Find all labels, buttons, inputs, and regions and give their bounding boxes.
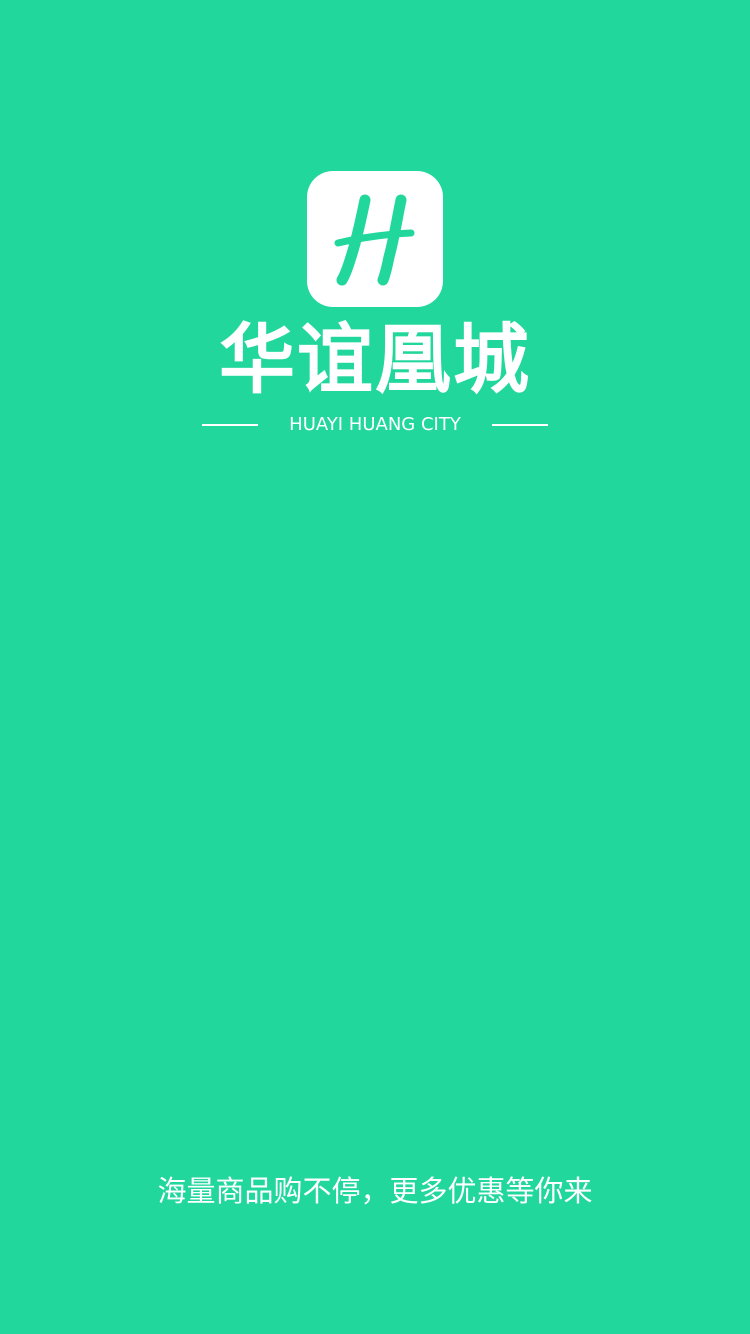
tagline-divider-right (492, 424, 548, 426)
promo-slogan: 海量商品购不停，更多优惠等你来 (157, 1174, 593, 1208)
brand-name: 华谊凰城 (219, 315, 531, 404)
brand-tagline: HUAYI HUANG CITY (202, 410, 548, 440)
tagline-text: HUAYI HUANG CITY (289, 414, 461, 435)
splash-screen: 华谊凰城 HUAYI HUANG CITY 海量商品购不停，更多优惠等你来 (0, 0, 750, 1334)
tagline-divider-left (202, 424, 258, 426)
app-logo (307, 171, 443, 307)
letter-h-icon (334, 194, 415, 286)
